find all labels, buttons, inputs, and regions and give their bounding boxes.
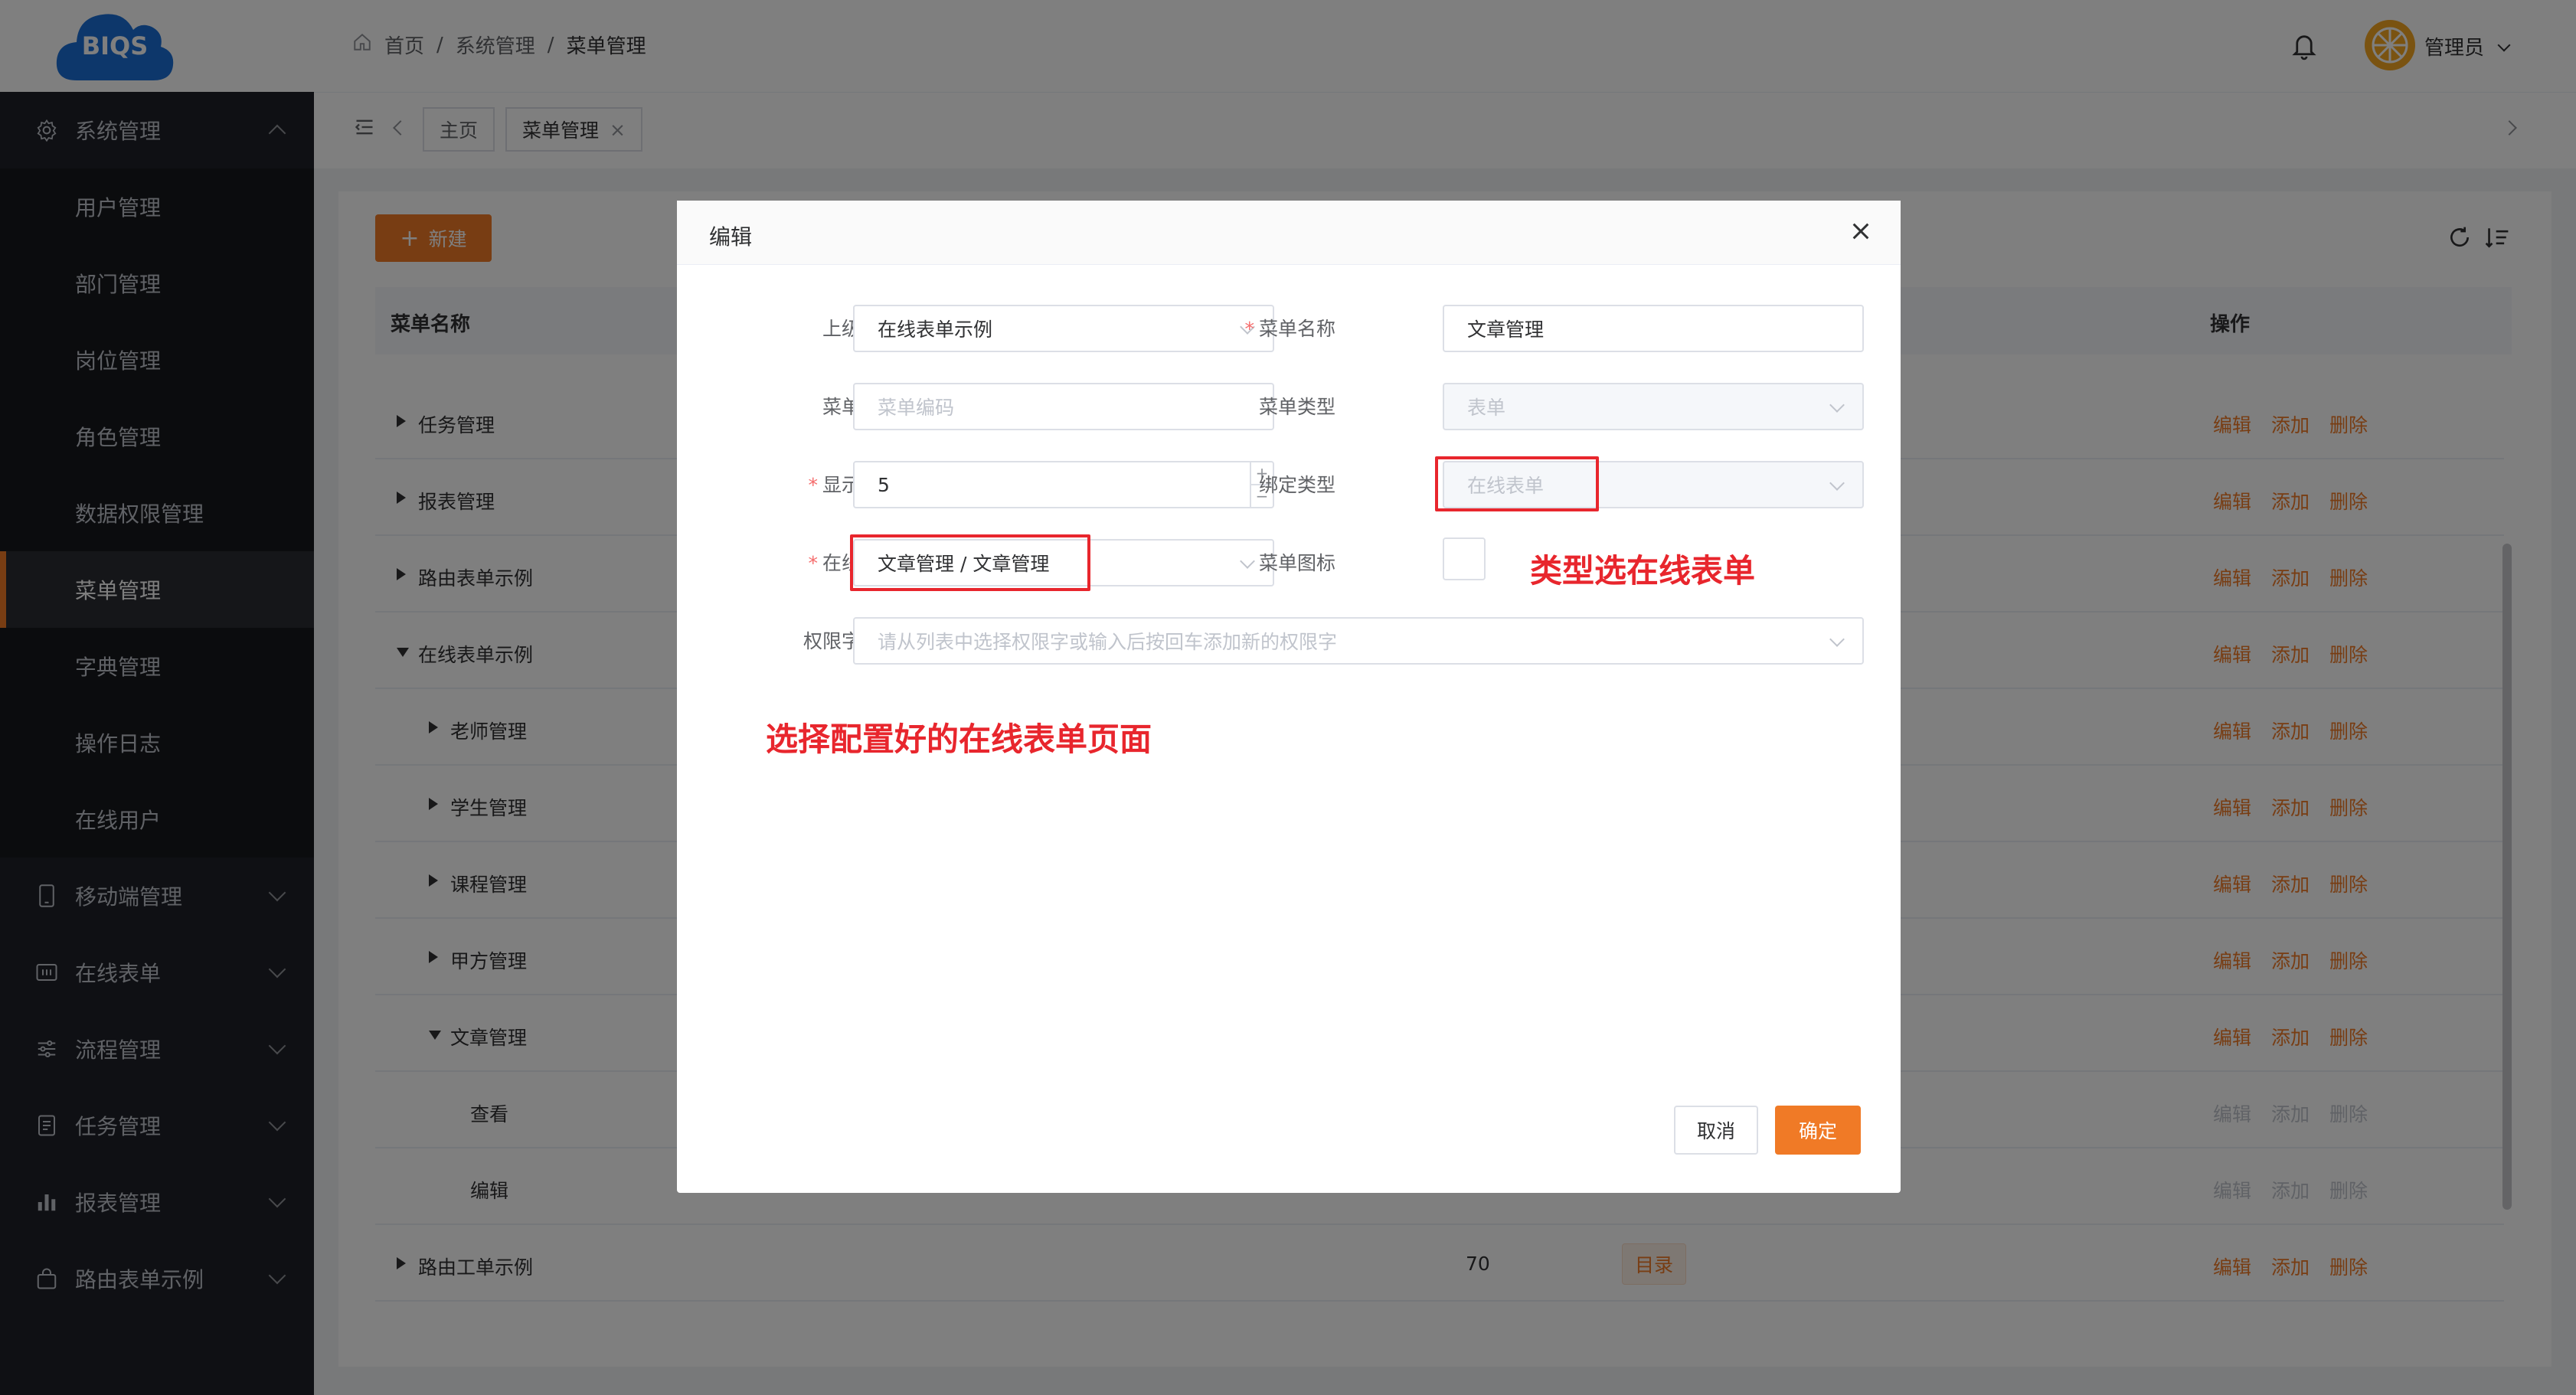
cancel-button[interactable]: 取消 (1674, 1106, 1758, 1155)
display-order-value: 5 (878, 473, 890, 496)
dialog-title: 编辑 (709, 224, 753, 250)
highlight-box (850, 534, 1090, 591)
chevron-down-icon (1829, 475, 1845, 491)
menu-type-value: 表单 (1467, 397, 1506, 419)
edit-dialog: 编辑 上级菜单 在线表单示例 *菜单名称 文章管理 菜单编码 菜单编码 菜单类型… (677, 201, 1901, 1193)
label-text: 绑定类型 (1258, 474, 1335, 496)
menu-name-input[interactable]: 文章管理 (1443, 305, 1864, 352)
menu-icon-picker[interactable] (1443, 537, 1486, 580)
annotation-bind-type: 类型选在线表单 (1530, 552, 1756, 590)
label-text: 菜单名称 (1258, 318, 1335, 340)
label-text: 菜单类型 (1258, 396, 1335, 418)
permission-placeholder: 请从列表中选择权限字或输入后按回车添加新的权限字 (878, 631, 1338, 653)
menu-type-label: 菜单类型 (1136, 392, 1335, 420)
parent-menu-value: 在线表单示例 (878, 319, 993, 341)
confirm-label: 确定 (1798, 1120, 1837, 1142)
bind-type-label: 绑定类型 (1136, 470, 1335, 498)
menu-icon-label: 菜单图标 (1136, 548, 1335, 576)
chevron-down-icon (1829, 397, 1845, 413)
permission-select[interactable]: 请从列表中选择权限字或输入后按回车添加新的权限字 (853, 617, 1864, 665)
highlight-box (1435, 456, 1599, 511)
confirm-button[interactable]: 确定 (1775, 1106, 1861, 1155)
menu-type-select: 表单 (1443, 383, 1864, 430)
dialog-header: 编辑 (677, 201, 1901, 265)
chevron-down-icon (1829, 632, 1845, 647)
menu-code-placeholder: 菜单编码 (878, 397, 955, 419)
annotation-online-form: 选择配置好的在线表单页面 (766, 720, 1152, 758)
menu-name-label: * 菜单名称 (1244, 318, 1335, 340)
menu-name-value: 文章管理 (1467, 319, 1545, 341)
close-icon[interactable] (1849, 219, 1875, 245)
label-text: 菜单图标 (1258, 552, 1335, 574)
cancel-label: 取消 (1696, 1120, 1735, 1142)
